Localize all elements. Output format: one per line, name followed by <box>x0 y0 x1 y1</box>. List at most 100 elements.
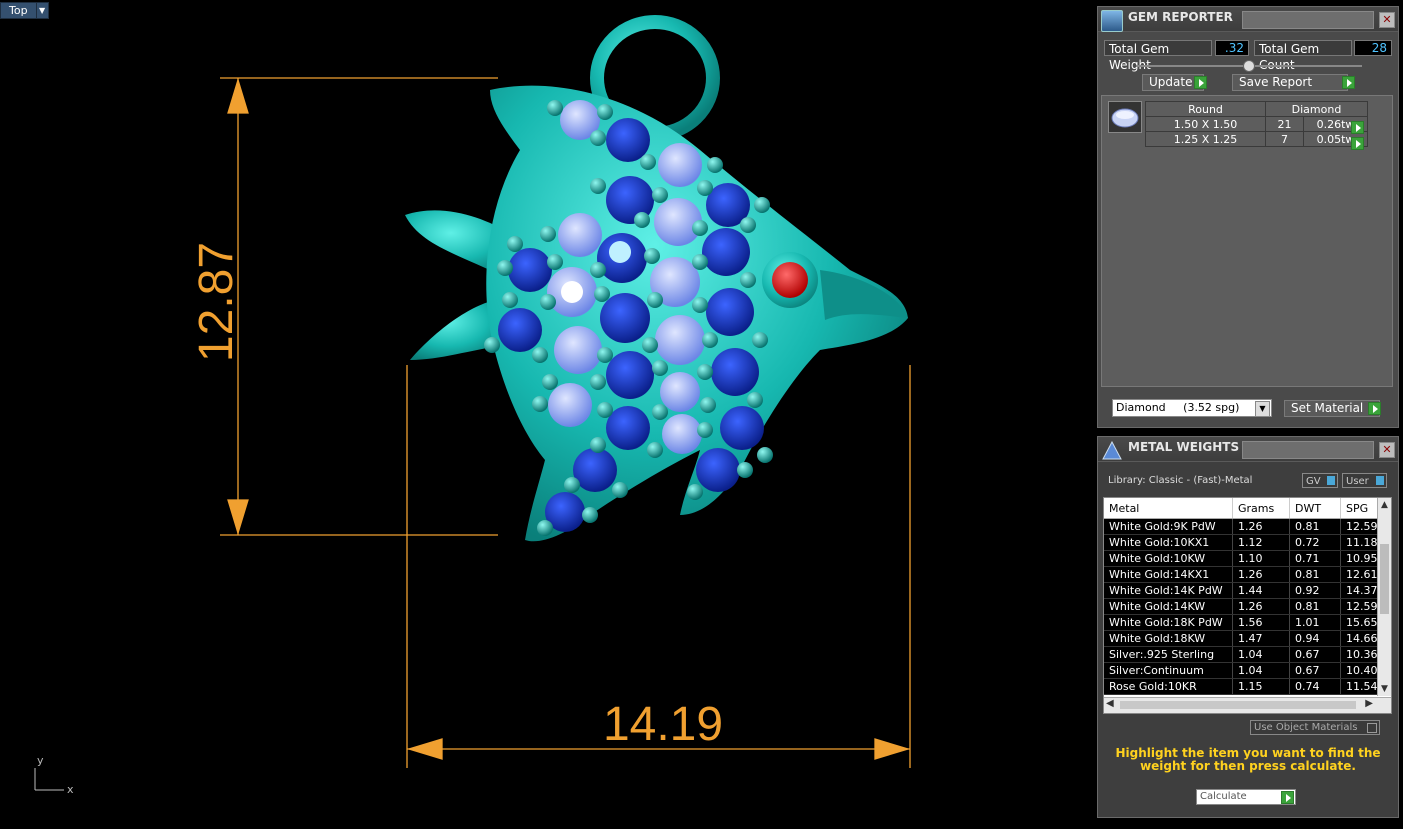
metal-row[interactable]: Silver:.925 Sterling 1.04 0.67 10.36 <box>1104 646 1391 663</box>
dimension-vertical <box>220 77 498 536</box>
chevron-down-icon[interactable]: ▼ <box>36 2 49 19</box>
save-report-go-icon[interactable] <box>1342 76 1355 89</box>
viewport-tab-label[interactable]: Top <box>0 2 37 19</box>
metal-table-horizontal-scrollbar[interactable]: ◀ ▶ <box>1104 697 1391 713</box>
metal-weights-logo-icon <box>1101 440 1122 460</box>
use-object-materials-label: Use Object Materials <box>1254 722 1358 733</box>
metal-grams: 1.26 <box>1232 518 1290 535</box>
gem-reporter-titlebar[interactable]: GEM REPORTER ✕ <box>1098 7 1398 32</box>
axis-indicator <box>34 768 64 791</box>
metal-weights-panel: METAL WEIGHTS ✕ Library: Classic - (Fast… <box>1097 436 1399 818</box>
metal-name: White Gold:14K PdW <box>1104 582 1233 599</box>
metal-dwt: 0.94 <box>1289 630 1341 647</box>
metal-grams: 1.26 <box>1232 566 1290 583</box>
metal-row[interactable]: White Gold:10KW 1.10 0.71 10.95 <box>1104 550 1391 567</box>
dimension-vertical-label: 12.87 <box>190 242 243 362</box>
metal-name: White Gold:14KW <box>1104 598 1233 615</box>
user-toggle-label: User <box>1346 476 1369 487</box>
total-gem-count-label: Total Gem Count <box>1254 40 1352 72</box>
metal-weights-titlebar-strip <box>1242 441 1374 459</box>
chevron-left-icon[interactable]: ◀ <box>1106 698 1114 709</box>
metal-row[interactable]: White Gold:9K PdW 1.26 0.81 12.59 <box>1104 518 1391 535</box>
close-icon[interactable]: ✕ <box>1379 12 1395 28</box>
gem-count: 7 <box>1265 131 1304 147</box>
chevron-down-icon[interactable]: ▼ <box>1255 401 1270 417</box>
user-toggle[interactable]: User <box>1342 473 1387 488</box>
metal-row[interactable]: Rose Gold:10KR 1.15 0.74 11.54 <box>1104 678 1391 695</box>
metal-weights-titlebar[interactable]: METAL WEIGHTS ✕ <box>1098 437 1398 462</box>
round-diamond-thumbnail-icon[interactable] <box>1108 101 1142 133</box>
metal-dwt: 0.81 <box>1289 598 1341 615</box>
viewport-top[interactable]: 12.87 14.19 y x Top ▼ <box>0 0 1095 829</box>
calculate-button[interactable]: Calculate <box>1196 789 1296 805</box>
gem-reporter-slider-handle[interactable] <box>1243 60 1255 72</box>
gem-reporter-title: GEM REPORTER <box>1128 10 1233 24</box>
close-icon[interactable]: ✕ <box>1379 442 1395 458</box>
gem-row-go-icon[interactable] <box>1351 121 1364 134</box>
gem-row-go-icon[interactable] <box>1351 137 1364 150</box>
fish-body <box>405 85 908 542</box>
user-toggle-indicator <box>1376 476 1384 485</box>
chevron-right-icon[interactable]: ▶ <box>1365 698 1373 709</box>
calculate-instructions: Highlight the item you want to find the … <box>1115 746 1381 773</box>
calculate-button-label: Calculate <box>1200 791 1247 802</box>
metal-dwt: 0.92 <box>1289 582 1341 599</box>
save-report-button[interactable]: Save Report <box>1232 74 1348 91</box>
metal-grams: 1.04 <box>1232 662 1290 679</box>
metal-row[interactable]: White Gold:18K PdW 1.56 1.01 15.65 <box>1104 614 1391 631</box>
gem-size: 1.50 X 1.50 <box>1145 116 1266 132</box>
dwt-column-header[interactable]: DWT <box>1289 498 1341 519</box>
axis-x-label: x <box>67 783 74 796</box>
metal-row[interactable]: Silver:Continuum 1.04 0.67 10.40 <box>1104 662 1391 679</box>
metal-row[interactable]: White Gold:14K PdW 1.44 0.92 14.37 <box>1104 582 1391 599</box>
metal-name: White Gold:14KX1 <box>1104 566 1233 583</box>
total-gem-count-value: 28 <box>1354 40 1392 56</box>
metal-grams: 1.47 <box>1232 630 1290 647</box>
update-go-icon[interactable] <box>1194 76 1207 89</box>
metal-dwt: 0.81 <box>1289 518 1341 535</box>
metal-dwt: 0.67 <box>1289 646 1341 663</box>
ruby-eye <box>762 252 818 308</box>
use-object-materials-indicator <box>1367 723 1377 733</box>
axis-y-label: y <box>37 754 44 767</box>
chevron-up-icon[interactable]: ▲ <box>1378 498 1391 512</box>
scrollbar-thumb[interactable] <box>1380 544 1389 614</box>
metal-grams: 1.10 <box>1232 550 1290 567</box>
gv-toggle[interactable]: GV <box>1302 473 1338 488</box>
material-select[interactable]: Diamond (3.52 spg) ▼ <box>1112 399 1272 417</box>
chevron-down-icon[interactable]: ▼ <box>1378 682 1391 696</box>
metal-name: White Gold:9K PdW <box>1104 518 1233 535</box>
metal-grams: 1.44 <box>1232 582 1290 599</box>
use-object-materials-toggle[interactable]: Use Object Materials <box>1250 720 1380 735</box>
metal-name: White Gold:10KX1 <box>1104 534 1233 551</box>
metal-column-header[interactable]: Metal <box>1104 498 1233 519</box>
scrollbar-thumb[interactable] <box>1120 701 1356 709</box>
metal-grams: 1.04 <box>1232 646 1290 663</box>
metal-name: Silver:.925 Sterling <box>1104 646 1233 663</box>
metal-row[interactable]: White Gold:14KX1 1.26 0.81 12.61 <box>1104 566 1391 583</box>
calculate-go-icon[interactable] <box>1281 791 1294 804</box>
viewport-tab[interactable]: Top ▼ <box>0 2 49 19</box>
pendant-model-render[interactable]: 12.87 14.19 y x <box>0 0 1095 829</box>
gem-row[interactable]: 1.50 X 1.50 21 0.26tw <box>1145 116 1369 132</box>
set-material-button[interactable]: Set Material <box>1284 400 1380 417</box>
metal-table-container[interactable]: Metal Grams DWT SPG White Gold:9K PdW 1.2… <box>1103 497 1392 714</box>
metal-name: White Gold:18K PdW <box>1104 614 1233 631</box>
metal-grams: 1.26 <box>1232 598 1290 615</box>
gv-toggle-label: GV <box>1306 476 1321 487</box>
metal-weights-title: METAL WEIGHTS <box>1128 440 1240 454</box>
metal-row[interactable]: White Gold:14KW 1.26 0.81 12.59 <box>1104 598 1391 615</box>
metal-table-vertical-scrollbar[interactable]: ▲ ▼ <box>1377 498 1391 696</box>
gv-toggle-indicator <box>1327 476 1335 485</box>
metal-dwt: 1.01 <box>1289 614 1341 631</box>
grams-column-header[interactable]: Grams <box>1232 498 1290 519</box>
metal-library-label: Library: Classic - (Fast)-Metal <box>1108 475 1253 486</box>
set-material-go-icon[interactable] <box>1368 402 1381 415</box>
metal-name: Silver:Continuum <box>1104 662 1233 679</box>
gem-count: 21 <box>1265 116 1304 132</box>
gem-reporter-panel: GEM REPORTER ✕ Total Gem Weight .32 Tota… <box>1097 6 1399 428</box>
metal-name: Rose Gold:10KR <box>1104 678 1233 695</box>
gem-row[interactable]: 1.25 X 1.25 7 0.05tw <box>1145 131 1369 147</box>
metal-row[interactable]: White Gold:10KX1 1.12 0.72 11.18 <box>1104 534 1391 551</box>
metal-row[interactable]: White Gold:18KW 1.47 0.94 14.66 <box>1104 630 1391 647</box>
